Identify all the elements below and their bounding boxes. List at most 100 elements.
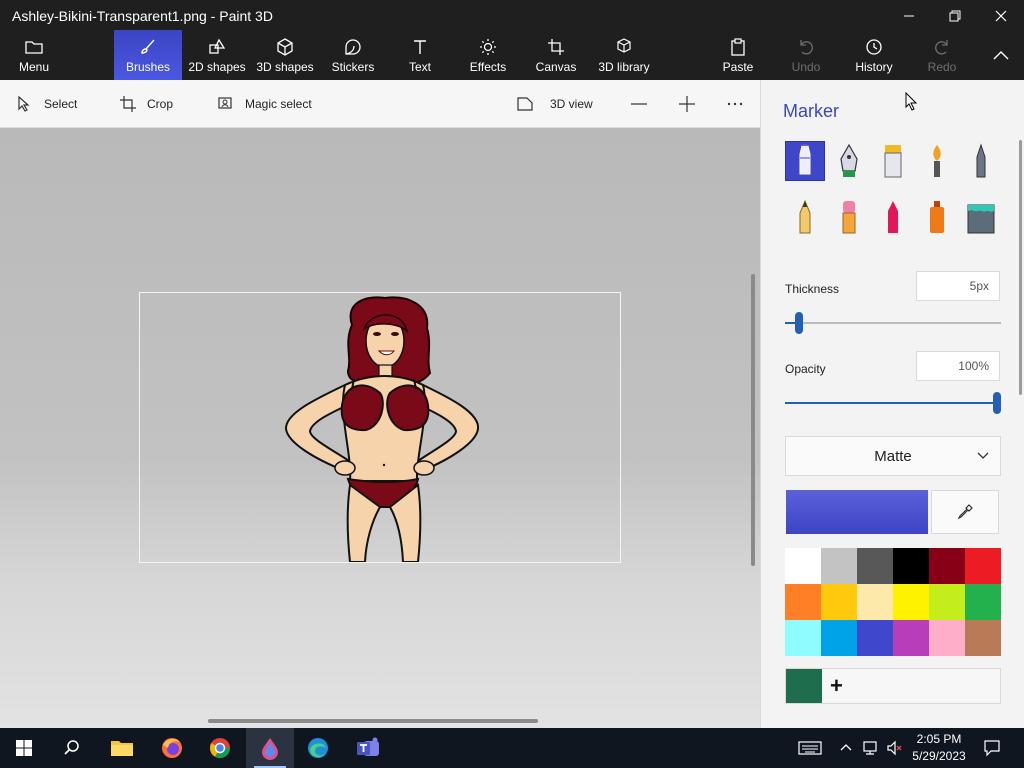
chevron-up-icon bbox=[993, 51, 1009, 60]
thickness-field[interactable]: 5px bbox=[916, 271, 1000, 301]
3d-view-button[interactable]: 3D view bbox=[516, 92, 593, 116]
tab-brushes[interactable]: Brushes bbox=[114, 30, 182, 80]
restore-button[interactable] bbox=[932, 0, 978, 32]
system-clock[interactable]: 2:05 PM 5/29/2023 bbox=[908, 731, 970, 765]
tab-menu[interactable]: Menu bbox=[6, 30, 62, 80]
canvas[interactable] bbox=[139, 292, 621, 563]
color-swatch[interactable] bbox=[893, 620, 929, 656]
crop-button[interactable]: Crop bbox=[119, 92, 173, 116]
color-swatch[interactable] bbox=[785, 548, 821, 584]
workspace[interactable] bbox=[0, 128, 760, 728]
cube-icon bbox=[277, 38, 293, 56]
chrome-button[interactable] bbox=[196, 728, 244, 768]
select-button[interactable]: Select bbox=[16, 92, 77, 116]
paint-3d-button[interactable] bbox=[246, 728, 294, 768]
magic-select-button[interactable]: Magic select bbox=[217, 92, 312, 116]
crayon-button[interactable] bbox=[873, 197, 913, 237]
oil-brush-button[interactable] bbox=[873, 141, 913, 181]
color-swatch[interactable] bbox=[965, 584, 1001, 620]
custom-color-swatch[interactable] bbox=[786, 669, 822, 703]
color-swatch[interactable] bbox=[785, 620, 821, 656]
brush-icon bbox=[141, 39, 155, 54]
tab-effects[interactable]: Effects bbox=[464, 30, 512, 80]
tab-canvas[interactable]: Canvas bbox=[532, 30, 580, 80]
color-swatch[interactable] bbox=[857, 548, 893, 584]
tab-2d-shapes[interactable]: 2D shapes bbox=[186, 30, 248, 80]
calligraphy-pen-icon bbox=[840, 143, 858, 177]
add-color-button[interactable]: + bbox=[830, 675, 843, 697]
color-swatch[interactable] bbox=[965, 548, 1001, 584]
panel-title: Marker bbox=[783, 101, 840, 121]
zoom-in-button[interactable] bbox=[678, 92, 696, 116]
panel-scrollbar[interactable] bbox=[1019, 140, 1022, 395]
opacity-field[interactable]: 100% bbox=[916, 351, 1000, 381]
firefox-icon bbox=[162, 738, 182, 758]
current-color-swatch[interactable] bbox=[786, 490, 928, 534]
color-swatch[interactable] bbox=[821, 584, 857, 620]
chevron-up-icon bbox=[840, 744, 852, 751]
tab-stickers[interactable]: Stickers bbox=[326, 30, 380, 80]
pencil-button[interactable] bbox=[785, 197, 825, 237]
keyboard-button[interactable] bbox=[786, 728, 834, 768]
teams-button[interactable] bbox=[344, 728, 392, 768]
teams-icon bbox=[357, 737, 379, 756]
color-swatch[interactable] bbox=[929, 620, 965, 656]
opacity-slider[interactable] bbox=[993, 392, 1001, 414]
fill-bucket-icon bbox=[967, 204, 995, 234]
tab-paste[interactable]: Paste bbox=[716, 30, 760, 80]
notifications-button[interactable] bbox=[970, 728, 1014, 768]
fill-button[interactable] bbox=[961, 197, 1001, 237]
finish-dropdown[interactable]: Matte bbox=[785, 436, 1001, 476]
horizontal-scrollbar[interactable] bbox=[208, 719, 538, 723]
minimize-button[interactable] bbox=[886, 0, 932, 32]
tab-history[interactable]: History bbox=[850, 30, 898, 80]
network-button[interactable] bbox=[858, 728, 884, 768]
more-options-button[interactable] bbox=[726, 92, 744, 116]
folder-icon bbox=[25, 41, 43, 54]
marker-brush-button[interactable] bbox=[785, 141, 825, 181]
color-swatch[interactable] bbox=[857, 620, 893, 656]
opacity-label: Opacity bbox=[785, 362, 826, 376]
eraser-icon bbox=[842, 201, 856, 234]
volume-button[interactable] bbox=[882, 728, 908, 768]
crop-icon bbox=[120, 96, 136, 112]
watercolor-button[interactable] bbox=[917, 141, 957, 181]
color-swatch[interactable] bbox=[929, 548, 965, 584]
color-swatch[interactable] bbox=[893, 584, 929, 620]
marker-icon bbox=[799, 144, 811, 175]
pixel-pen-icon bbox=[976, 143, 986, 178]
color-swatch[interactable] bbox=[821, 548, 857, 584]
collapse-ribbon-button[interactable] bbox=[986, 30, 1016, 80]
color-swatch[interactable] bbox=[821, 620, 857, 656]
color-swatch[interactable] bbox=[929, 584, 965, 620]
tab-text[interactable]: Text bbox=[398, 30, 442, 80]
vertical-scrollbar[interactable] bbox=[751, 274, 755, 566]
redo-icon bbox=[935, 40, 948, 55]
ribbon-tabs: Menu Brushes 2D shapes 3D shapes Sticker… bbox=[0, 30, 1024, 80]
eraser-button[interactable] bbox=[829, 197, 869, 237]
spray-can-button[interactable] bbox=[917, 197, 957, 237]
search-icon bbox=[64, 740, 79, 755]
pixel-pen-button[interactable] bbox=[961, 141, 1001, 181]
eyedropper-button[interactable] bbox=[931, 490, 999, 534]
color-swatch[interactable] bbox=[785, 584, 821, 620]
firefox-button[interactable] bbox=[148, 728, 196, 768]
tab-undo[interactable]: Undo bbox=[784, 30, 828, 80]
calligraphy-pen-button[interactable] bbox=[829, 141, 869, 181]
3d-library-icon bbox=[617, 38, 631, 53]
color-swatch[interactable] bbox=[965, 620, 1001, 656]
search-button[interactable] bbox=[48, 728, 96, 768]
tab-3d-library[interactable]: 3D library bbox=[594, 30, 654, 80]
show-hidden-icons-button[interactable] bbox=[834, 728, 858, 768]
zoom-out-button[interactable] bbox=[630, 92, 648, 116]
start-button[interactable] bbox=[0, 728, 48, 768]
tab-redo[interactable]: Redo bbox=[920, 30, 964, 80]
edge-button[interactable] bbox=[294, 728, 342, 768]
thickness-slider[interactable] bbox=[795, 312, 804, 334]
color-swatch[interactable] bbox=[857, 584, 893, 620]
eyedropper-icon bbox=[957, 504, 973, 520]
color-swatch[interactable] bbox=[893, 548, 929, 584]
tab-3d-shapes[interactable]: 3D shapes bbox=[254, 30, 316, 80]
file-explorer-button[interactable] bbox=[98, 728, 146, 768]
close-button[interactable] bbox=[978, 0, 1024, 32]
